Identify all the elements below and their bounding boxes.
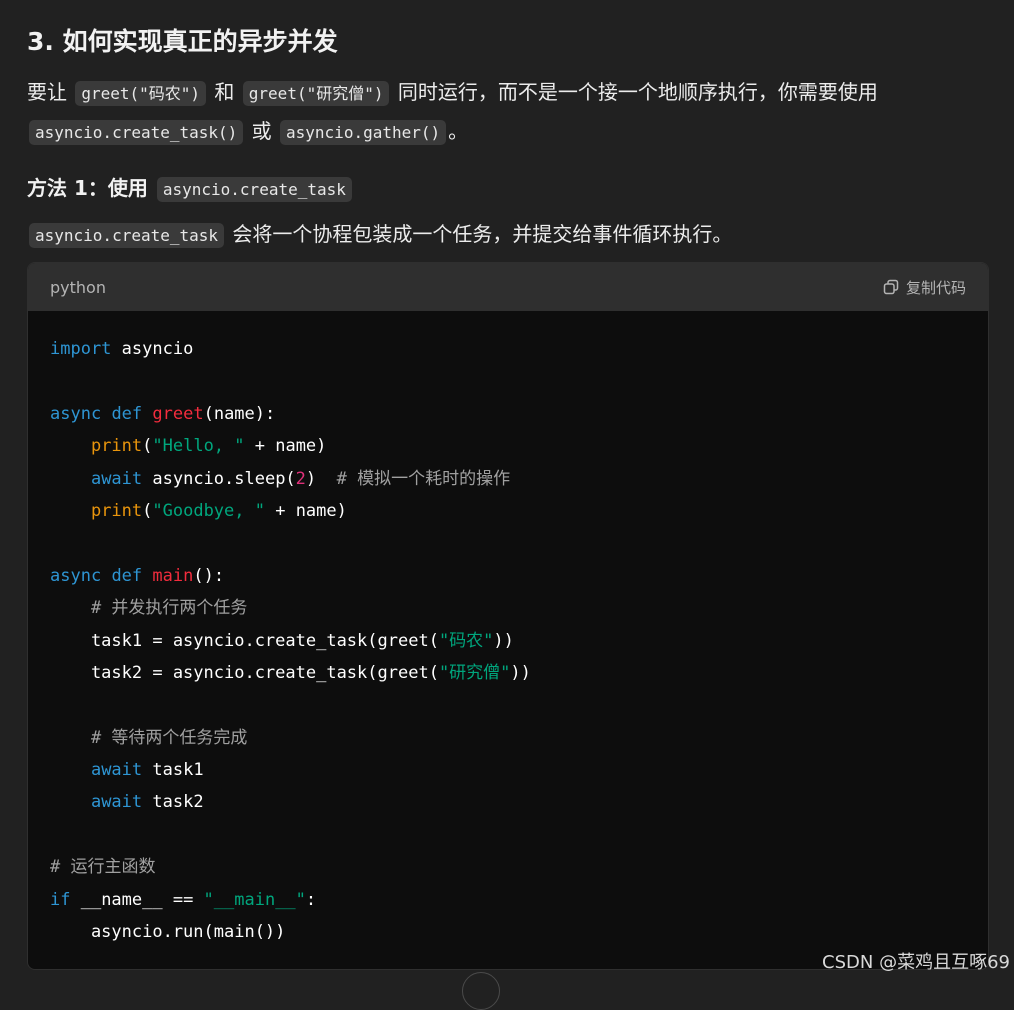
code-token: + name) [264,500,347,521]
intro-text: 和 [214,80,235,104]
intro-text: 或 [251,119,272,143]
code-token: ) [305,468,337,489]
inline-code-greet-yanjiuseng: greet("研究僧") [242,81,390,106]
code-line: print("Goodbye, " + name) [50,495,966,527]
inline-code-greet-manong: greet("码农") [75,81,207,106]
copy-icon [883,279,899,295]
code-line: await task1 [50,754,966,786]
code-token: 2 [295,468,306,489]
code-token: await [90,792,143,813]
code-token: # 模拟一个耗时的操作 [336,468,511,489]
code-line: task2 = asyncio.create_task(greet("研究僧")… [50,657,966,689]
code-token: import [50,339,112,359]
code-line: if __name__ == "__main__": [50,884,966,916]
code-line: # 运行主函数 [50,851,966,883]
intro-text: 同时运行，而不是一个接一个地顺序执行，你需要使用 [397,80,878,104]
code-token: )) [510,662,531,683]
copy-code-label: 复制代码 [905,278,966,297]
method-description-text: 会将一个协程包装成一个任务，并提交给事件循环执行。 [232,222,733,246]
code-token: def [111,565,143,586]
code-line: import asyncio [50,333,966,365]
code-token: task1 [142,760,204,781]
intro-text: 要让 [27,80,67,104]
code-token: # 并发执行两个任务 [90,598,248,619]
code-language-label: python [50,277,106,297]
code-token: asyncio.run(main()) [50,922,286,943]
code-token: ( [142,500,153,521]
inline-code-gather: asyncio.gather() [280,120,447,145]
csdn-watermark: CSDN @菜鸡且互啄69 [822,952,1010,973]
code-token: "Hello, " [152,436,245,457]
code-token: "研究僧" [438,662,511,683]
code-line: # 等待两个任务完成 [50,722,966,754]
code-token: def [111,403,143,424]
method-title: 方法 1：使用 [27,176,148,200]
code-token: __name__ == [70,889,204,910]
code-block: python 复制代码 import asyncio async def gre… [27,262,989,970]
code-token: task1 = asyncio.create_task(greet( [50,630,439,651]
code-line: async def main(): [50,560,966,592]
code-line: print("Hello, " + name) [50,430,966,462]
code-token: "码农" [438,630,494,651]
inline-code-create-task: asyncio.create_task [156,177,352,202]
code-token: "__main__" [203,889,306,910]
code-token: async [50,403,102,424]
intro-paragraph-line1: 要让 greet("码农") 和 greet("研究僧") 同时运行，而不是一个… [27,76,878,106]
code-token: async [50,565,102,586]
inline-code-create-task: asyncio.create_task [29,223,225,248]
code-token: print [90,500,143,521]
code-token: + name) [244,436,327,457]
code-token: asyncio.sleep( [142,468,296,489]
inline-code-create-task: asyncio.create_task() [29,120,244,145]
code-token: (name): [203,403,276,424]
section-heading: 3. 如何实现真正的异步并发 [27,27,338,56]
code-token: await [90,468,143,489]
code-token: task2 [142,792,204,813]
code-token: )) [493,630,514,651]
code-token: task2 = asyncio.create_task(greet( [50,662,439,683]
code-line: async def greet(name): [50,398,966,430]
method-description: asyncio.create_task 会将一个协程包装成一个任务，并提交给事件… [27,218,733,248]
code-line: task1 = asyncio.create_task(greet("码农")) [50,625,966,657]
code-token: await [90,760,143,781]
copy-code-button[interactable]: 复制代码 [882,277,966,298]
code-block-header: python 复制代码 [28,263,988,311]
code-token: # 运行主函数 [50,857,156,878]
code-token: if [50,889,71,910]
code-token: # 等待两个任务完成 [90,727,248,748]
code-token: : [305,889,317,910]
code-line: await task2 [50,786,966,818]
code-token: ( [142,436,153,457]
code-line: await asyncio.sleep(2) # 模拟一个耗时的操作 [50,463,966,495]
intro-text: 。 [448,119,469,143]
intro-paragraph-line2: asyncio.create_task() 或 asyncio.gather()… [27,115,469,145]
code-token: main [152,565,194,586]
scroll-down-button[interactable] [462,972,500,1010]
code-token: print [90,436,143,457]
code-token: (): [193,565,225,586]
code-line: asyncio.run(main()) [50,916,966,948]
code-token: greet [152,403,204,424]
method-heading: 方法 1：使用 asyncio.create_task [27,172,354,202]
code-token: asyncio [111,339,194,359]
code-line: # 并发执行两个任务 [50,592,966,624]
code-content[interactable]: import asyncio async def greet(name): pr… [28,311,988,948]
code-token: "Goodbye, " [152,500,265,521]
